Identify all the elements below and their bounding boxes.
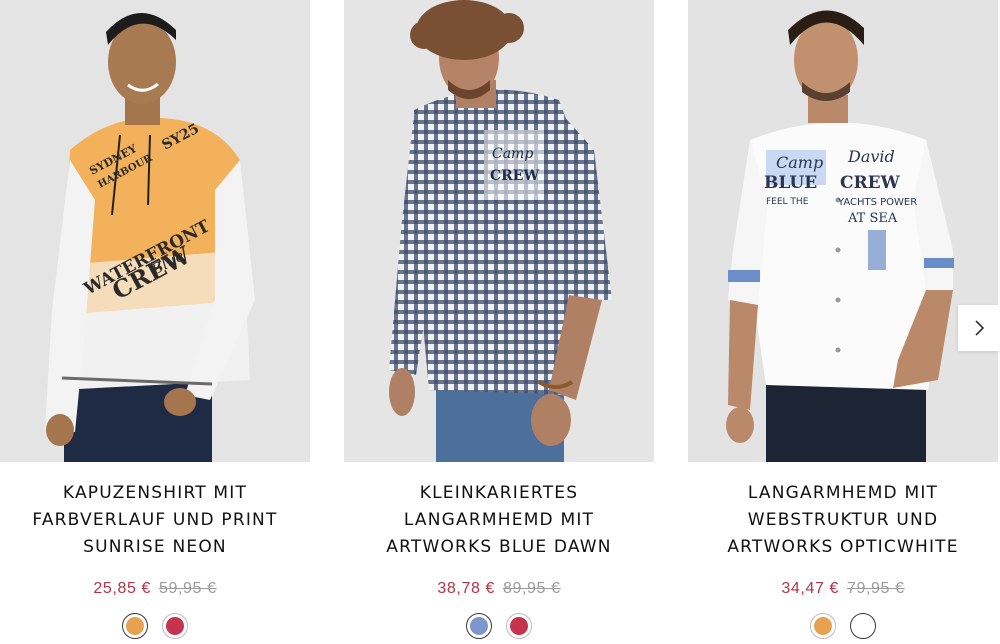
product-image[interactable]: Camp David BLUE CREW FEEL THE YACHTS POW…: [688, 0, 998, 462]
product-title-line: KLEINKARIERTES: [419, 483, 579, 503]
color-swatch-red[interactable]: [506, 613, 532, 639]
product-title-line: LANGARMHEMD MIT: [747, 483, 939, 503]
product-title-line: KAPUZENSHIRT MIT: [62, 483, 248, 503]
print-text: YACHTS POWER: [837, 197, 917, 208]
product-image[interactable]: Camp CREW: [344, 0, 654, 462]
sale-price: 25,85 €: [93, 580, 151, 597]
color-swatch-red[interactable]: [162, 613, 188, 639]
product-price: 25,85 € 59,95 €: [0, 580, 310, 598]
original-price: 79,95 €: [847, 580, 905, 597]
print-text: Camp: [492, 146, 533, 162]
swatch-dot: [470, 617, 488, 635]
print-text: CREW: [490, 168, 539, 184]
product-title-line: ARTWORKS BLUE DAWN: [386, 537, 612, 557]
swatch-dot: [854, 617, 872, 635]
color-swatches: [344, 613, 654, 639]
product-card: SYDNEY HARBOUR SY25 WATERFRONT CREW Blue…: [0, 0, 310, 644]
product-title[interactable]: KAPUZENSHIRT MIT FARBVERLAUF UND PRINT S…: [0, 480, 310, 561]
product-card: Camp David BLUE CREW FEEL THE YACHTS POW…: [688, 0, 998, 644]
color-swatch-blue[interactable]: [466, 613, 492, 639]
product-card: Camp CREW KLEINKARIERTES LANGARMHEMD MIT…: [344, 0, 654, 644]
sale-price: 34,47 €: [781, 580, 839, 597]
swatch-dot: [126, 617, 144, 635]
sale-price: 38,78 €: [437, 580, 495, 597]
product-title-line: ARTWORKS OPTICWHITE: [727, 537, 959, 557]
color-swatch-white[interactable]: [850, 613, 876, 639]
product-title[interactable]: KLEINKARIERTES LANGARMHEMD MIT ARTWORKS …: [344, 480, 654, 561]
print-text: David: [847, 147, 895, 166]
color-swatch-orange[interactable]: [810, 613, 836, 639]
carousel-next-button[interactable]: [958, 305, 1000, 351]
product-price: 34,47 € 79,95 €: [688, 580, 998, 598]
product-title-line: LANGARMHEMD MIT: [403, 510, 595, 530]
chevron-right-icon: [975, 320, 985, 336]
print-text: CREW: [840, 173, 901, 193]
color-swatches: [0, 613, 310, 639]
original-price: 59,95 €: [159, 580, 217, 597]
swatch-dot: [166, 617, 184, 635]
print-text: FEEL THE: [766, 197, 809, 207]
product-carousel: SYDNEY HARBOUR SY25 WATERFRONT CREW Blue…: [0, 0, 1000, 644]
print-text: AT SEA: [847, 211, 898, 226]
swatch-dot: [510, 617, 528, 635]
product-title[interactable]: LANGARMHEMD MIT WEBSTRUKTUR UND ARTWORKS…: [688, 480, 998, 561]
swatch-dot: [814, 617, 832, 635]
print-text: BLUE: [764, 173, 817, 193]
print-text: Camp: [776, 153, 823, 172]
original-price: 89,95 €: [503, 580, 561, 597]
color-swatch-orange[interactable]: [122, 613, 148, 639]
color-swatches: [688, 613, 998, 639]
product-image[interactable]: SYDNEY HARBOUR SY25 WATERFRONT CREW Blue: [0, 0, 310, 462]
product-title-line: SUNRISE NEON: [83, 537, 227, 557]
product-price: 38,78 € 89,95 €: [344, 580, 654, 598]
product-title-line: FARBVERLAUF UND PRINT: [32, 510, 278, 530]
product-title-line: WEBSTRUKTUR UND: [747, 510, 939, 530]
